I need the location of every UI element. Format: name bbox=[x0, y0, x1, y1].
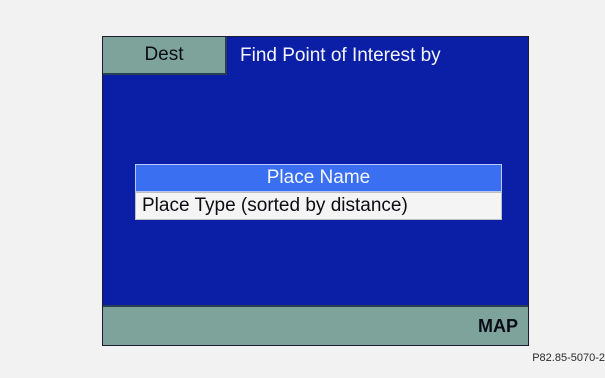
figure-code: P82.85-5070-2 bbox=[532, 352, 605, 364]
option-place-type[interactable]: Place Type (sorted by distance) bbox=[135, 192, 502, 220]
option-label: Place Type (sorted by distance) bbox=[142, 195, 408, 216]
option-place-name[interactable]: Place Name bbox=[135, 164, 502, 192]
dest-tab-button[interactable]: Dest bbox=[103, 37, 227, 75]
map-button-label: MAP bbox=[478, 315, 518, 336]
navigation-screen: Dest Find Point of Interest by Place Nam… bbox=[102, 36, 529, 346]
option-label: Place Name bbox=[266, 167, 371, 188]
screen-title: Find Point of Interest by bbox=[240, 45, 441, 66]
dest-tab-label: Dest bbox=[144, 44, 184, 65]
bottom-bar: MAP bbox=[103, 305, 528, 345]
poi-search-options: Place Name Place Type (sorted by distanc… bbox=[135, 164, 502, 220]
map-button[interactable]: MAP bbox=[478, 307, 518, 345]
